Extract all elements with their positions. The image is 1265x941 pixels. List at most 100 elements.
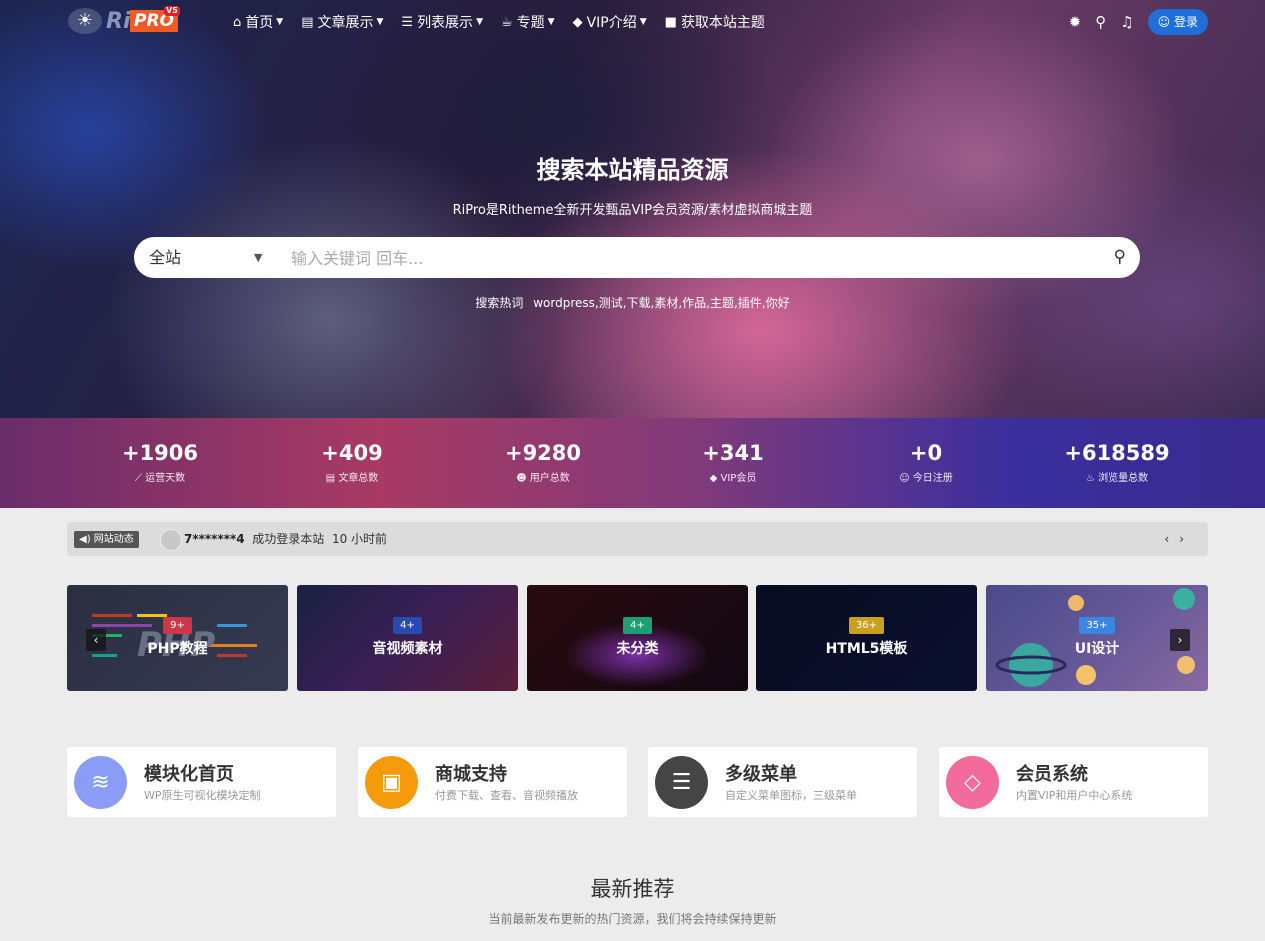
menu-item-home[interactable]: ⌂ 首页 ▼ [233, 12, 283, 32]
stat-value: +618589 [1064, 441, 1170, 465]
hero-title: 搜索本站精品资源 [536, 156, 729, 184]
chevron-right-icon[interactable]: › [1179, 532, 1194, 546]
menu-item-articles[interactable]: ▤ 文章展示 ▼ [301, 12, 383, 32]
feature-title: 会员系统 [1016, 764, 1088, 785]
user-icon: ☺ [1157, 15, 1171, 29]
chevron-down-icon: ▼ [376, 17, 384, 27]
speaker-icon: ◀) [79, 534, 94, 545]
database-icon: ▤ [325, 473, 339, 484]
menu-item-list[interactable]: ☰ 列表展示 ▼ [401, 12, 483, 32]
shopping-bag-icon: ■ [664, 14, 677, 30]
feature-card-shop[interactable]: ▣ 商城支持 付费下载、查看、音视频播放 [358, 747, 627, 817]
site-logo[interactable]: ☀ Ri PRO V5 [68, 6, 180, 36]
category-count-badge: 9+ [163, 617, 192, 634]
menu-item-label: 获取本站主题 [680, 15, 765, 31]
feature-desc: 付费下载、查看、音视频播放 [435, 789, 578, 802]
stat-vip-count: +341 ◆ VIP会员 [633, 440, 833, 484]
section-title: 最新推荐 [590, 877, 675, 901]
theme-toggle-icon[interactable]: ✹ [1069, 13, 1082, 31]
stat-article-count: +409 ▤ 文章总数 [252, 440, 452, 484]
activity-tag-label: 网站动态 [93, 534, 134, 545]
stat-user-count: +9280 ☻ 用户总数 [443, 440, 643, 484]
user-plus-icon: ☺ [899, 473, 913, 484]
diamond-icon: ◆ [572, 14, 583, 30]
menu-item-label: 首页 [245, 15, 274, 31]
avatar [160, 529, 182, 551]
category-card-uncategorized[interactable]: 4+ 未分类 [527, 585, 748, 691]
activity-time: 10 小时前 [331, 532, 388, 546]
menu-item-get-theme[interactable]: ■ 获取本站主题 [665, 12, 765, 32]
stat-value: +341 [702, 441, 764, 465]
carousel-next-button[interactable]: › [1170, 629, 1190, 651]
stat-label: 用户总数 [529, 473, 570, 484]
carousel-prev-button[interactable]: ‹ [86, 629, 106, 651]
hero-banner: ☀ Ri PRO V5 ⌂ 首页 ▼ ▤ 文章展示 ▼ ☰ 列表展示 ▼ ☕ 专… [0, 0, 1265, 418]
category-count-badge: 4+ [623, 617, 652, 634]
diamond-icon: ◇ [946, 756, 999, 809]
category-count-badge: 4+ [393, 617, 422, 634]
chart-line-icon: ⟋ [134, 473, 146, 484]
users-icon: ☻ [516, 473, 530, 484]
feature-card-menu[interactable]: ☰ 多级菜单 自定义菜单图标，三级菜单 [648, 747, 917, 817]
list-icon: ☰ [401, 14, 414, 30]
stat-today-register: +0 ☺ 今日注册 [826, 440, 1026, 484]
section-subtitle: 当前最新发布更新的热门资源，我们将会持续保持更新 [488, 912, 777, 926]
hero-subtitle: RiPro是Ritheme全新开发甄品VIP会员资源/素材虚拟商城主题 [452, 203, 813, 218]
chevron-down-icon: ▼ [476, 17, 483, 27]
menu-item-label: 列表展示 [417, 15, 474, 31]
hot-search-words: 搜索热词 wordpress,测试,下载,素材,作品,主题,插件,你好 [0, 294, 1265, 311]
menu-item-label: 文章展示 [317, 15, 374, 31]
stat-running-days: +1906 ⟋ 运营天数 [60, 440, 260, 484]
search-scope-select[interactable]: 全站 [149, 237, 181, 278]
category-count-badge: 35+ [1079, 617, 1115, 634]
search-input[interactable] [289, 243, 1093, 274]
stat-label: 运营天数 [145, 473, 186, 484]
chevron-down-icon: ▼ [276, 17, 284, 27]
menu-item-label: 专题 [516, 15, 545, 31]
chevron-down-icon: ▼ [547, 17, 555, 27]
feature-desc: WP原生可视化模块定制 [144, 789, 261, 802]
stat-label: 今日注册 [912, 473, 953, 484]
search-icon[interactable]: ⚲ [1095, 13, 1106, 31]
main-menu: ⌂ 首页 ▼ ▤ 文章展示 ▼ ☰ 列表展示 ▼ ☕ 专题 ▼ ◆ VIP介绍 [233, 12, 783, 32]
chevron-down-icon[interactable]: ▼ [254, 237, 262, 278]
home-icon: ⌂ [233, 14, 242, 30]
menu-item-topics[interactable]: ☕ 专题 ▼ [501, 12, 555, 32]
layers-icon: ≋ [74, 756, 127, 809]
chevron-left-icon[interactable]: ‹ [1164, 532, 1179, 546]
search-submit-icon[interactable]: ⚲ [1114, 237, 1126, 278]
stat-label: VIP会员 [720, 473, 757, 484]
feature-card-modular-home[interactable]: ≋ 模块化首页 WP原生可视化模块定制 [67, 747, 336, 817]
feature-card-membership[interactable]: ◇ 会员系统 内置VIP和用户中心系统 [939, 747, 1208, 817]
category-name: 音视频素材 [372, 641, 443, 657]
stat-label-row: ☻ 用户总数 [443, 469, 643, 484]
hot-search-terms[interactable]: wordpress,测试,下载,素材,作品,主题,插件,你好 [533, 296, 789, 310]
category-card-html5[interactable]: 36+ HTML5模板 [756, 585, 977, 691]
shopify-bag-icon: ▣ [365, 756, 418, 809]
activity-message: 7*******4 成功登录本站 10 小时前 [184, 522, 387, 556]
stat-value: +1906 [121, 441, 199, 465]
stat-value: +9280 [504, 441, 582, 465]
hot-search-label: 搜索热词 [475, 296, 524, 310]
feature-title: 商城支持 [435, 764, 507, 785]
menu-lines-icon: ☰ [655, 756, 708, 809]
site-activity-bar: ◀) 网站动态 7*******4 成功登录本站 10 小时前 ‹› [67, 522, 1208, 556]
menu-item-vip[interactable]: ◆ VIP介绍 ▼ [573, 12, 647, 32]
stat-label-row: ◆ VIP会员 [633, 469, 833, 484]
bell-icon[interactable]: ♫ [1120, 13, 1133, 31]
category-carousel: PHP 9+ PHP教程 4+ 音视频素材 4+ 未分类 36+ HTML5模板… [67, 585, 1208, 691]
activity-action: 成功登录本站 [252, 532, 325, 546]
feature-desc: 自定义菜单图标，三级菜单 [725, 789, 857, 802]
stat-label: 文章总数 [338, 473, 379, 484]
stat-label-row: ⟋ 运营天数 [60, 469, 260, 484]
stat-value: +0 [909, 441, 943, 465]
diamond-icon: ◆ [709, 473, 721, 484]
category-name: 未分类 [616, 641, 659, 657]
activity-tag: ◀) 网站动态 [74, 531, 139, 548]
login-button[interactable]: ☺ 登录 [1147, 9, 1208, 35]
login-label: 登录 [1173, 15, 1198, 29]
stat-label-row: ▤ 文章总数 [252, 469, 452, 484]
category-card-media[interactable]: 4+ 音视频素材 [297, 585, 518, 691]
feature-title: 模块化首页 [144, 764, 234, 785]
logo-version-badge: V5 [164, 6, 180, 16]
